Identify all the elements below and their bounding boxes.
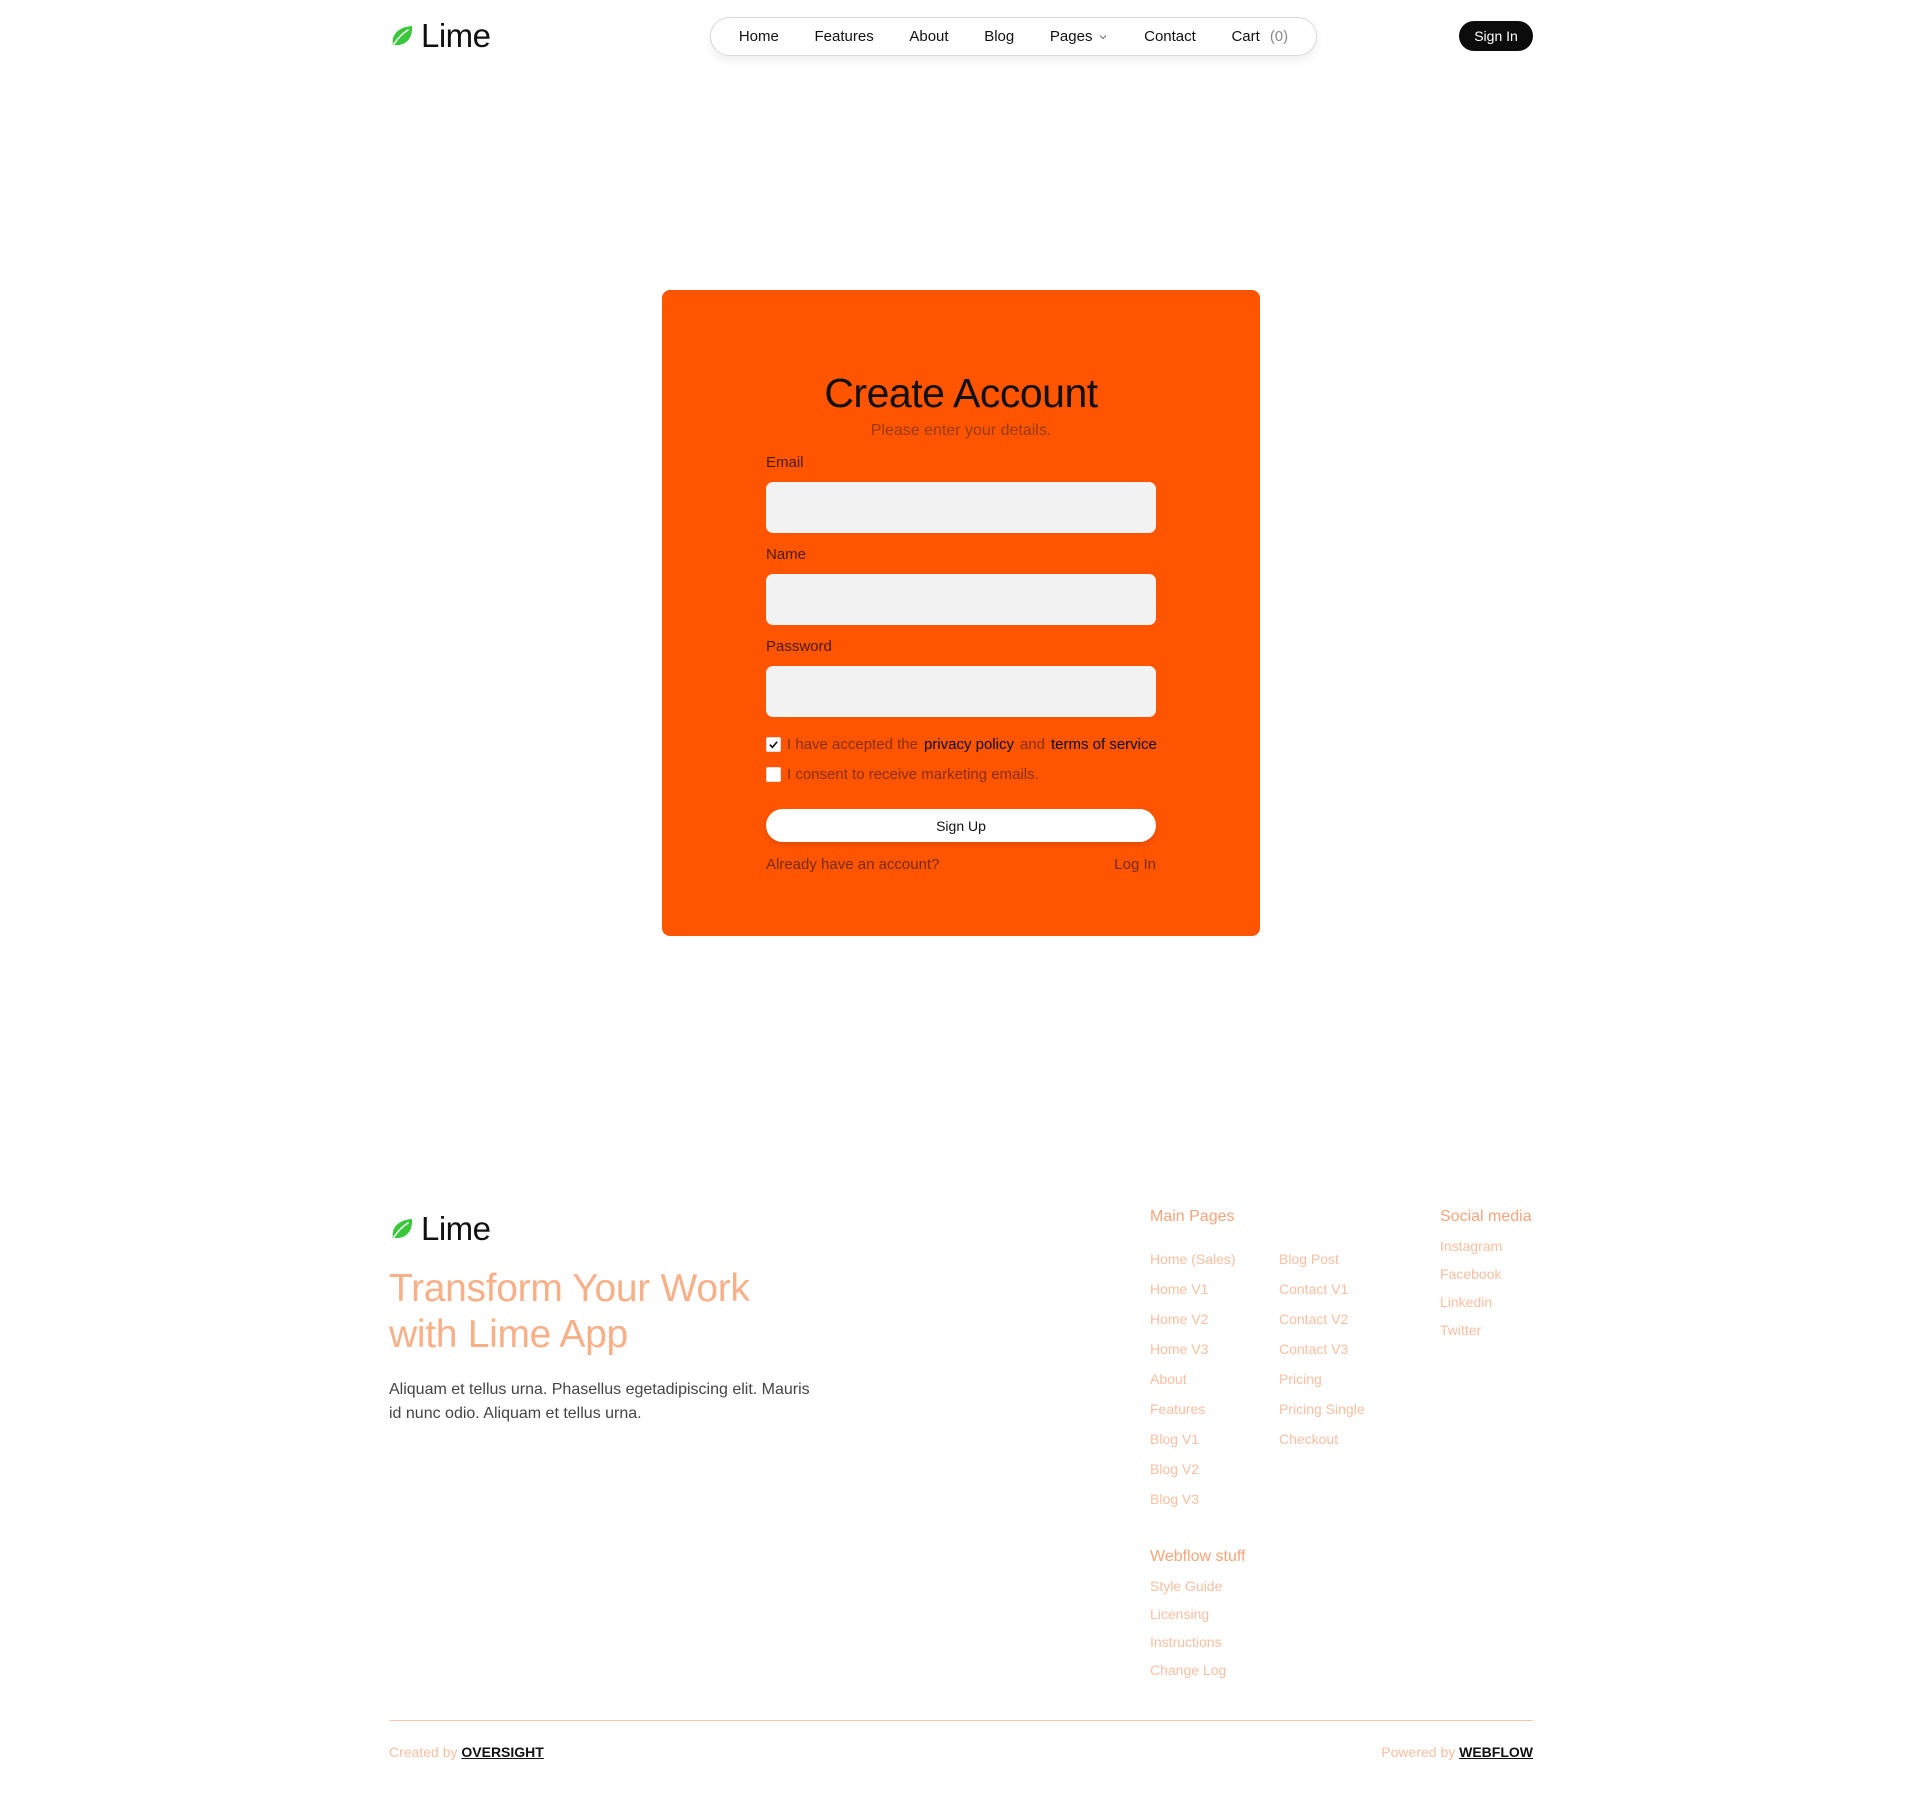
social-media-heading: Social media xyxy=(1440,1208,1532,1225)
created-by-credit: Created by OVERSIGHT xyxy=(389,1744,544,1760)
already-have-account-text: Already have an account? xyxy=(766,856,940,873)
cart-label: Cart xyxy=(1231,28,1260,45)
marketing-text: I consent to receive marketing emails. xyxy=(787,766,1039,783)
social-link[interactable]: Instagram xyxy=(1440,1236,1502,1264)
form-subtitle: Please enter your details. xyxy=(870,422,1052,439)
footer-link[interactable]: Contact V2 xyxy=(1279,1309,1365,1339)
nav-features[interactable]: Features xyxy=(815,28,874,45)
footer-blurb: Aliquam et tellus urna. Phasellus egetad… xyxy=(389,1381,810,1422)
nav-contact[interactable]: Contact xyxy=(1144,28,1196,45)
leaf-icon xyxy=(392,1219,413,1239)
webflow-link[interactable]: WEBFLOW xyxy=(1459,1744,1533,1760)
webflow-stuff-heading: Webflow stuff xyxy=(1150,1548,1246,1565)
privacy-policy-link[interactable]: privacy policy xyxy=(924,736,1014,753)
footer-link[interactable]: Pricing xyxy=(1279,1369,1365,1399)
footer-link[interactable]: Style Guide xyxy=(1150,1576,1226,1604)
footer-link[interactable]: Contact V1 xyxy=(1279,1279,1365,1309)
terms-of-service-link[interactable]: terms of service xyxy=(1051,736,1157,753)
privacy-checkbox[interactable] xyxy=(766,737,781,752)
footer-logo[interactable]: Lime xyxy=(389,1210,491,1248)
footer-link[interactable]: Change Log xyxy=(1150,1660,1226,1688)
cart-count: (0) xyxy=(1269,28,1289,45)
log-in-link[interactable]: Log In xyxy=(1114,856,1156,873)
check-icon xyxy=(769,741,778,749)
site-header: Lime Home Features About Blog Pages Cont… xyxy=(0,0,1920,80)
form-title: Create Account xyxy=(824,370,1098,416)
main-pages-list-1: Home (Sales) Home V1 Home V2 Home V3 About Fe… xyxy=(1150,1249,1236,1519)
footer-link[interactable]: Features xyxy=(1150,1399,1236,1429)
footer-link[interactable]: Home V1 xyxy=(1150,1279,1236,1309)
footer-link[interactable]: Blog V1 xyxy=(1150,1429,1236,1459)
email-input[interactable] xyxy=(766,482,1156,533)
logo-text: Lime xyxy=(421,1210,491,1247)
privacy-and: and xyxy=(1019,736,1045,753)
created-prefix: Created by xyxy=(389,1744,458,1760)
email-label: Email xyxy=(766,454,804,471)
footer-tagline: Transform Your Work with Lime App xyxy=(389,1267,750,1356)
nav-pages-label: Pages xyxy=(1049,28,1093,45)
header-logo[interactable]: Lime xyxy=(389,17,491,55)
footer-link[interactable]: Blog Post xyxy=(1279,1249,1365,1279)
nav-about[interactable]: About xyxy=(909,28,948,45)
chevron-down-icon xyxy=(1100,34,1107,39)
footer-link[interactable]: Home V3 xyxy=(1150,1339,1236,1369)
footer-link[interactable]: Home (Sales) xyxy=(1150,1249,1236,1279)
footer-link[interactable]: Instructions xyxy=(1150,1632,1226,1660)
webflow-stuff-list: Style Guide Licensing Instructions Change L… xyxy=(1150,1576,1226,1688)
footer-link[interactable]: About xyxy=(1150,1369,1236,1399)
password-label: Password xyxy=(766,638,832,655)
oversight-link[interactable]: OVERSIGHT xyxy=(461,1744,543,1760)
create-account-card: Create Account Please enter your details… xyxy=(662,290,1260,936)
social-link[interactable]: Twitter xyxy=(1440,1320,1502,1348)
powered-prefix: Powered by xyxy=(1381,1744,1456,1760)
name-label: Name xyxy=(766,546,807,563)
sign-in-button[interactable]: Sign In xyxy=(1459,21,1533,51)
social-media-list: Instagram Facebook Linkedin Twitter xyxy=(1440,1236,1502,1348)
footer-divider xyxy=(389,1720,1533,1721)
footer-link[interactable]: Licensing xyxy=(1150,1604,1226,1632)
leaf-icon xyxy=(392,26,413,46)
footer-link[interactable]: Blog V2 xyxy=(1150,1459,1236,1489)
powered-by-credit: Powered by WEBFLOW xyxy=(1381,1744,1533,1760)
marketing-consent-row: I consent to receive marketing emails. xyxy=(766,766,1039,783)
footer-link[interactable]: Contact V3 xyxy=(1279,1339,1365,1369)
footer-link[interactable]: Home V2 xyxy=(1150,1309,1236,1339)
privacy-prefix: I have accepted the xyxy=(787,736,918,753)
footer-link[interactable]: Checkout xyxy=(1279,1429,1365,1459)
sign-up-button[interactable]: Sign Up xyxy=(766,809,1156,842)
password-input[interactable] xyxy=(766,666,1156,717)
nav-cart[interactable]: Cart (0) xyxy=(1231,28,1288,45)
main-pages-list-2: Blog Post Contact V1 Contact V2 Contact V3 P… xyxy=(1279,1249,1365,1459)
nav-pages-dropdown[interactable]: Pages xyxy=(1050,28,1109,45)
nav-blog[interactable]: Blog xyxy=(984,28,1014,45)
main-pages-heading: Main Pages xyxy=(1150,1208,1235,1225)
main-nav: Home Features About Blog Pages Contact C… xyxy=(710,17,1317,56)
nav-home[interactable]: Home xyxy=(739,28,779,45)
privacy-consent-row: I have accepted the privacy policy and t… xyxy=(766,736,1157,753)
marketing-checkbox[interactable] xyxy=(766,767,781,782)
footer-link[interactable]: Blog V3 xyxy=(1150,1489,1236,1519)
footer-link[interactable]: Pricing Single xyxy=(1279,1399,1365,1429)
logo-text: Lime xyxy=(421,17,491,54)
social-link[interactable]: Facebook xyxy=(1440,1264,1502,1292)
name-input[interactable] xyxy=(766,574,1156,625)
social-link[interactable]: Linkedin xyxy=(1440,1292,1502,1320)
